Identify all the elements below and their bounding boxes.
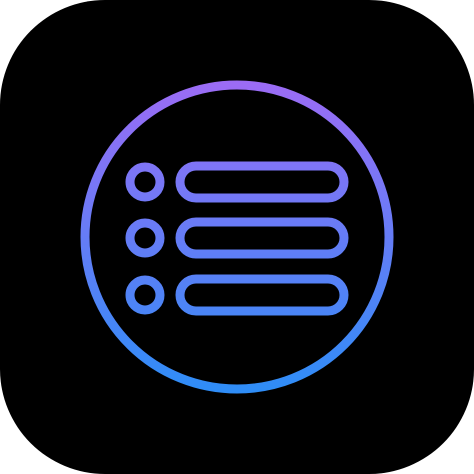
app-icon-canvas <box>0 0 474 474</box>
app-icon-background <box>0 0 474 474</box>
app-icon[interactable] <box>0 0 474 474</box>
